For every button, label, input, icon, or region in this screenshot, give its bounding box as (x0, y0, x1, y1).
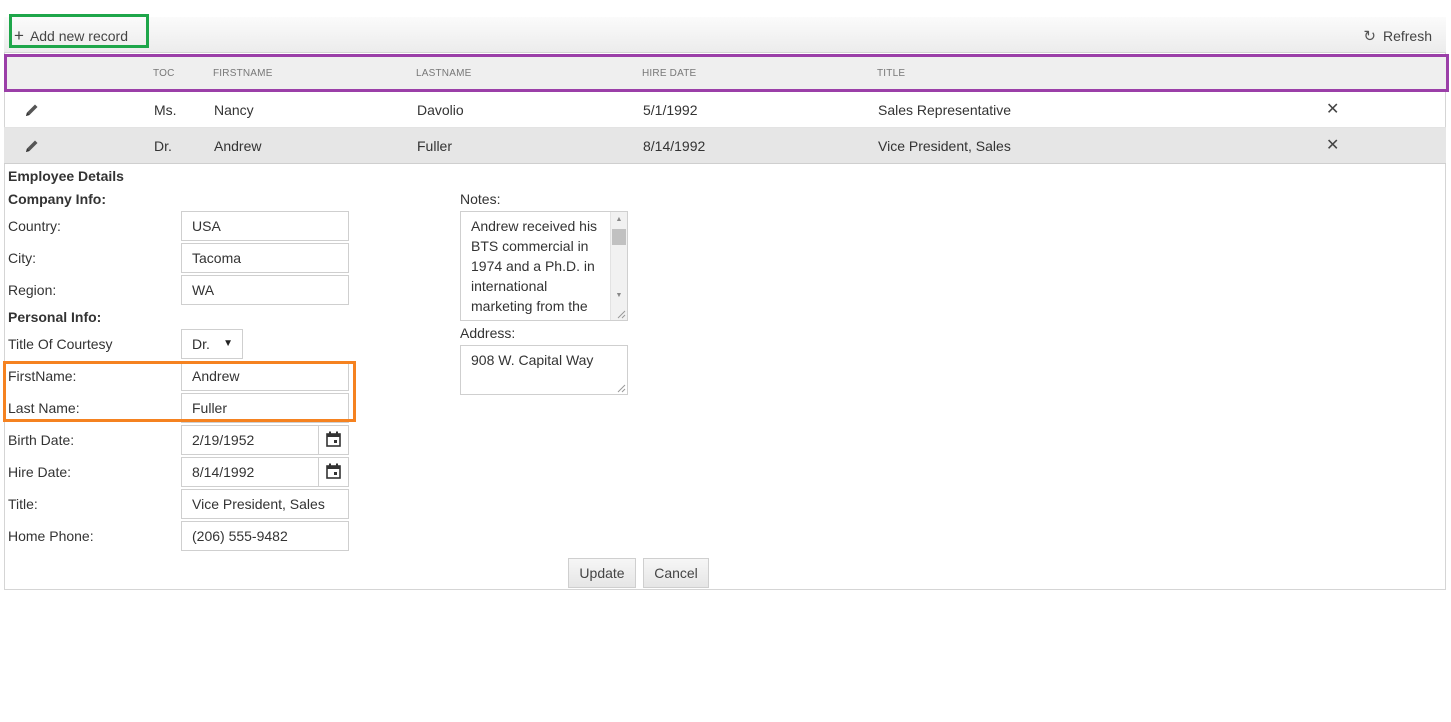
notes-textarea[interactable]: Andrew received his BTS commercial in 19… (460, 211, 628, 321)
table-row[interactable]: Ms. Nancy Davolio 5/1/1992 Sales Represe… (4, 92, 1446, 128)
scroll-down-arrow-icon[interactable]: ▼ (611, 288, 627, 304)
caret-down-icon: ▼ (223, 338, 233, 349)
home-phone-label: Home Phone: (8, 528, 94, 544)
pencil-icon[interactable] (24, 102, 40, 118)
personal-info-heading: Personal Info: (8, 309, 102, 325)
update-button[interactable]: Update (568, 558, 636, 588)
country-label: Country: (8, 218, 61, 234)
column-header-title[interactable]: TITLE (877, 55, 905, 93)
pencil-icon[interactable] (24, 138, 40, 154)
scroll-thumb[interactable] (612, 229, 626, 245)
region-field[interactable]: WA (181, 275, 349, 305)
cell-hire-date: 5/1/1992 (643, 102, 698, 118)
cell-firstname: Andrew (214, 138, 262, 154)
add-new-record-label: Add new record (29, 28, 128, 44)
grid-header-row: TOC FIRSTNAME LASTNAME HIRE DATE TITLE (4, 55, 1446, 91)
calendar-button[interactable] (318, 426, 348, 454)
title-field[interactable]: Vice President, Sales (181, 489, 349, 519)
notes-text: Andrew received his BTS commercial in 19… (471, 218, 598, 314)
address-text: 908 W. Capital Way (471, 352, 594, 368)
company-info-heading: Company Info: (8, 191, 106, 207)
address-label: Address: (460, 325, 516, 341)
notes-scrollbar[interactable]: ▲ ▼ (610, 212, 627, 320)
table-row[interactable]: Dr. Andrew Fuller 8/14/1992 Vice Preside… (4, 128, 1446, 164)
cell-firstname: Nancy (214, 102, 254, 118)
city-field[interactable]: Tacoma (181, 243, 349, 273)
calendar-button[interactable] (318, 458, 348, 486)
cell-lastname: Davolio (417, 102, 464, 118)
cell-toc: Dr. (154, 138, 172, 154)
close-icon[interactable]: ✕ (1326, 128, 1339, 164)
country-field[interactable]: USA (181, 211, 349, 241)
column-header-hire-date[interactable]: HIRE DATE (642, 55, 696, 93)
hire-date-value: 8/14/1992 (192, 464, 255, 480)
title-of-courtesy-label: Title Of Courtesy (8, 336, 113, 352)
cell-title: Vice President, Sales (878, 138, 1011, 154)
title-of-courtesy-value: Dr. (192, 336, 210, 352)
refresh-button[interactable]: ↻ Refresh (1363, 17, 1432, 53)
title-of-courtesy-dropdown[interactable]: Dr. ▼ (181, 329, 243, 359)
cell-title: Sales Representative (878, 102, 1012, 118)
scroll-up-arrow-icon[interactable]: ▲ (611, 212, 627, 228)
plus-icon: + (14, 26, 24, 45)
column-header-lastname[interactable]: LASTNAME (416, 55, 472, 93)
lastname-field[interactable]: Fuller (181, 393, 349, 423)
region-label: Region: (8, 282, 57, 298)
notes-label: Notes: (460, 191, 501, 207)
home-phone-field[interactable]: (206) 555-9482 (181, 521, 349, 551)
birth-date-picker[interactable]: 2/19/1952 (181, 425, 349, 455)
cell-hire-date: 8/14/1992 (643, 138, 706, 154)
column-header-firstname[interactable]: FIRSTNAME (213, 55, 273, 93)
hire-date-picker[interactable]: 8/14/1992 (181, 457, 349, 487)
grid-toolbar: + Add new record ↻ Refresh (4, 17, 1446, 53)
employee-details-heading: Employee Details (8, 168, 124, 184)
firstname-label: FirstName: (8, 368, 77, 384)
cancel-button[interactable]: Cancel (643, 558, 709, 588)
resize-grip-icon[interactable] (616, 309, 626, 319)
calendar-icon (326, 431, 341, 447)
address-textarea[interactable]: 908 W. Capital Way (460, 345, 628, 395)
city-label: City: (8, 250, 36, 266)
hire-date-label: Hire Date: (8, 464, 72, 480)
birth-date-label: Birth Date: (8, 432, 75, 448)
column-header-toc[interactable]: TOC (153, 55, 175, 93)
resize-grip-icon[interactable] (616, 383, 626, 393)
refresh-icon: ↻ (1363, 28, 1376, 45)
add-new-record-button[interactable]: + Add new record (14, 17, 128, 53)
cell-toc: Ms. (154, 102, 177, 118)
calendar-icon (326, 463, 341, 479)
refresh-label: Refresh (1382, 28, 1432, 44)
close-icon[interactable]: ✕ (1326, 92, 1339, 128)
title-label: Title: (8, 496, 38, 512)
cell-lastname: Fuller (417, 138, 453, 154)
lastname-label: Last Name: (8, 400, 80, 416)
birth-date-value: 2/19/1952 (192, 432, 255, 448)
firstname-field[interactable]: Andrew (181, 361, 349, 391)
